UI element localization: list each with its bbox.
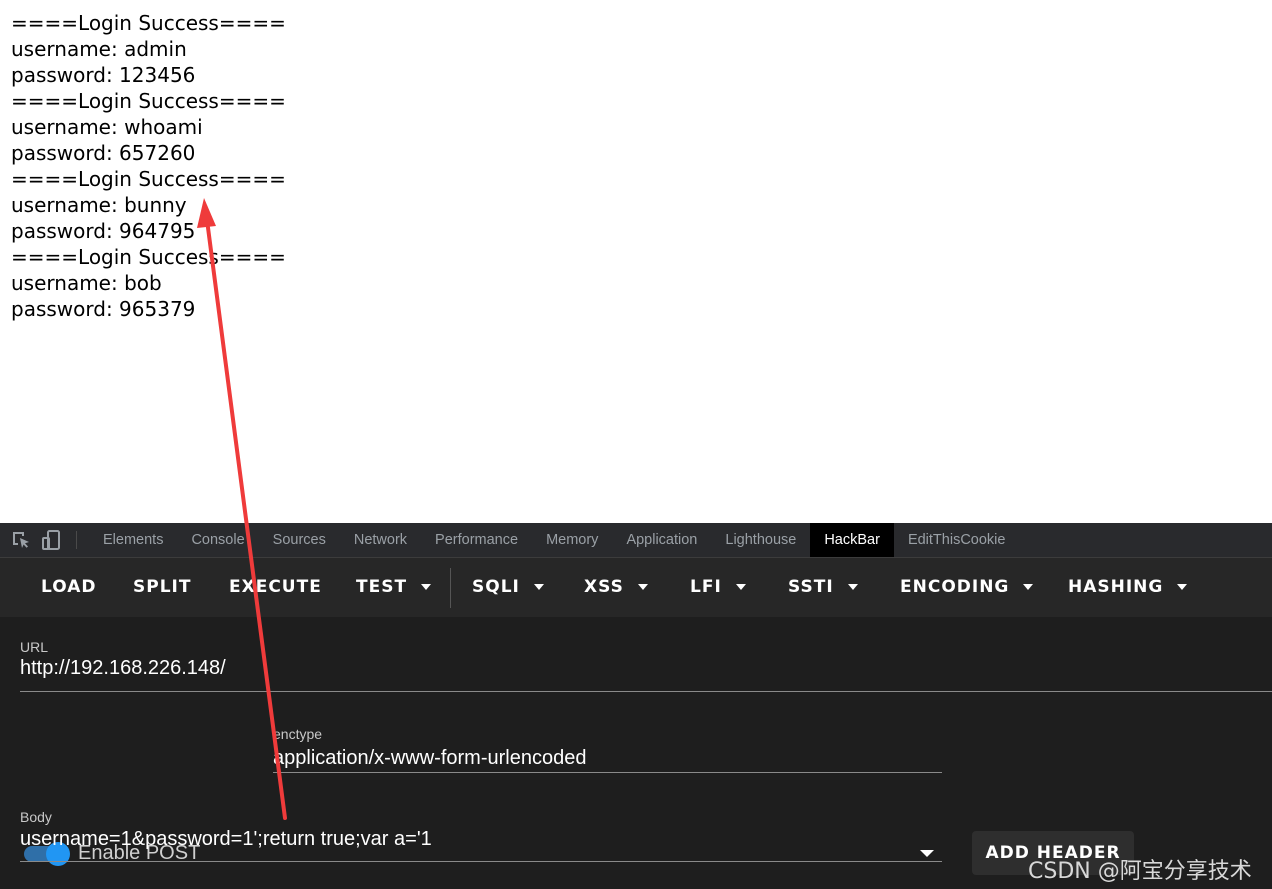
output-line: password: 965379 — [11, 297, 196, 321]
split-button[interactable]: SPLIT — [133, 577, 191, 597]
body-underline — [20, 861, 942, 862]
body-label: Body — [20, 809, 52, 825]
output-line: password: 964795 — [11, 219, 196, 243]
output-line: ====Login Success==== — [11, 89, 286, 113]
url-label: URL — [20, 639, 49, 655]
load-button[interactable]: LOAD — [41, 577, 97, 597]
encoding-menu-button[interactable]: ENCODING — [900, 577, 1034, 597]
dropdown-caret-icon — [847, 584, 858, 590]
sqli-label: SQLI — [472, 577, 520, 597]
encoding-label: ENCODING — [900, 577, 1010, 597]
execute-label: EXECUTE — [229, 577, 322, 597]
dropdown-caret-icon — [533, 584, 544, 590]
tab-lighthouse[interactable]: Lighthouse — [711, 523, 810, 557]
hackbar-form: URL http://192.168.226.148/ Enable POST … — [0, 617, 1272, 889]
lfi-menu-button[interactable]: LFI — [690, 577, 746, 597]
tab-hackbar[interactable]: HackBar — [810, 523, 894, 557]
tab-editthiscookie[interactable]: EditThisCookie — [894, 523, 1020, 557]
enctype-select[interactable]: application/x-www-form-urlencoded — [273, 747, 586, 770]
sqli-menu-button[interactable]: SQLI — [472, 577, 544, 597]
tab-application[interactable]: Application — [612, 523, 711, 557]
test-label: TEST — [356, 577, 408, 597]
hackbar-toolbar: LOAD SPLIT EXECUTE TEST SQLI XSS LFI SST… — [0, 558, 1272, 617]
test-menu-button[interactable]: TEST — [356, 577, 432, 597]
tab-sources[interactable]: Sources — [259, 523, 340, 557]
tab-console[interactable]: Console — [177, 523, 258, 557]
inspect-element-icon[interactable] — [10, 529, 32, 551]
url-underline — [20, 691, 1272, 692]
body-input[interactable]: username=1&password=1';return true;var a… — [20, 828, 432, 851]
dropdown-caret-icon — [735, 584, 746, 590]
dropdown-caret-icon — [421, 584, 432, 590]
chevron-down-icon[interactable] — [920, 850, 934, 857]
execute-button[interactable]: EXECUTE — [229, 577, 322, 597]
tab-memory[interactable]: Memory — [532, 523, 612, 557]
split-label: SPLIT — [133, 577, 192, 597]
output-line: username: bunny — [11, 193, 187, 217]
output-line: ====Login Success==== — [11, 167, 286, 191]
hashing-menu-button[interactable]: HASHING — [1068, 577, 1188, 597]
output-line: password: 657260 — [11, 141, 196, 165]
devtools-tab-bar: Elements Console Sources Network Perform… — [0, 523, 1272, 558]
lfi-label: LFI — [690, 577, 722, 597]
output-line: ====Login Success==== — [11, 245, 286, 269]
dropdown-caret-icon — [637, 584, 648, 590]
dropdown-caret-icon — [1023, 584, 1034, 590]
output-line: username: admin — [11, 37, 187, 61]
load-label: LOAD — [41, 577, 97, 597]
page-output: ====Login Success==== username: admin pa… — [11, 10, 286, 322]
output-line: ====Login Success==== — [11, 11, 286, 35]
enctype-underline — [273, 772, 942, 773]
devtools-panel: Elements Console Sources Network Perform… — [0, 523, 1272, 889]
output-line: username: whoami — [11, 115, 203, 139]
ssti-label: SSTI — [788, 577, 834, 597]
xss-label: XSS — [584, 577, 624, 597]
ssti-menu-button[interactable]: SSTI — [788, 577, 858, 597]
xss-menu-button[interactable]: XSS — [584, 577, 648, 597]
tab-separator — [76, 531, 77, 549]
watermark: CSDN @阿宝分享技术 — [1028, 859, 1252, 884]
tab-performance[interactable]: Performance — [421, 523, 532, 557]
enctype-label: enctype — [273, 726, 323, 742]
output-line: password: 123456 — [11, 63, 196, 87]
output-line: username: bob — [11, 271, 162, 295]
tab-network[interactable]: Network — [340, 523, 421, 557]
toolbar-separator — [450, 568, 451, 608]
dropdown-caret-icon — [1177, 584, 1188, 590]
hashing-label: HASHING — [1068, 577, 1164, 597]
url-input[interactable]: http://192.168.226.148/ — [20, 657, 226, 680]
device-toolbar-icon[interactable] — [40, 529, 62, 551]
tab-elements[interactable]: Elements — [89, 523, 177, 557]
